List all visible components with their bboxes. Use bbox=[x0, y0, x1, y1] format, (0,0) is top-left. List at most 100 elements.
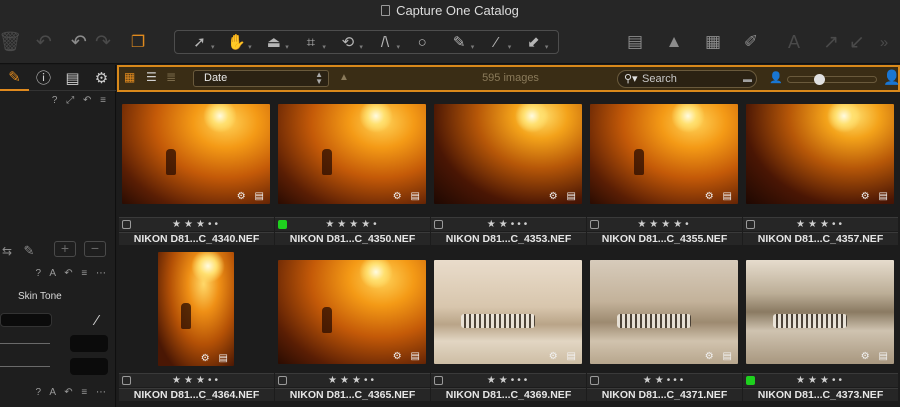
rating-row: ★★••• bbox=[431, 217, 586, 231]
thumbnail-image[interactable]: ⚙ ▤ bbox=[278, 104, 426, 204]
undo-icon[interactable]: ↶ bbox=[68, 31, 90, 53]
star-rating[interactable]: ★★★★• bbox=[587, 218, 742, 231]
thumbnail-image[interactable]: ⚙ ▤ bbox=[434, 104, 582, 204]
sun-glow bbox=[358, 260, 393, 290]
search-input[interactable]: ⚲▾ Search ▬ bbox=[617, 70, 757, 88]
thumbnail-gear-icon[interactable]: ⚙ ▤ bbox=[237, 191, 267, 202]
slider-knob[interactable] bbox=[813, 74, 825, 85]
picker-icon[interactable]: ✎ bbox=[18, 240, 40, 262]
star-rating[interactable]: ★★★•• bbox=[743, 374, 898, 387]
thumbnail-image[interactable]: ⚙ ▤ bbox=[278, 260, 426, 364]
thumbnail-filename: NIKON D81...C_4353.NEF bbox=[431, 232, 586, 245]
left-tool-panel: ✎ ⓘ ▤ ⚙ ? ⤢ ↶ ≡ ⇆ ✎ + − ? A ↶ ≡ ⋯ Skin T… bbox=[0, 65, 116, 407]
pan-icon[interactable]: ✋ ▾ bbox=[220, 33, 254, 51]
warning-icon[interactable]: ▲ bbox=[662, 31, 686, 53]
thumbnail-filename: NIKON D81...C_4369.NEF bbox=[431, 388, 586, 401]
rating-row: ★★★•• bbox=[119, 373, 274, 387]
tool-controls-icon[interactable]: ? A ↶ ≡ ⋯ bbox=[36, 268, 109, 279]
thumbnail-image[interactable]: ⚙ ▤ bbox=[746, 104, 894, 204]
saturation-slider[interactable] bbox=[0, 366, 50, 367]
star-rating[interactable]: ★★••• bbox=[431, 374, 586, 387]
hue-slider[interactable] bbox=[0, 343, 50, 344]
text-icon[interactable]: A bbox=[782, 31, 806, 53]
gear-tab-icon[interactable]: ⚙ bbox=[87, 65, 116, 91]
search-icon[interactable]: ⚲▾ bbox=[624, 71, 638, 87]
star-rating[interactable]: ★★★•• bbox=[743, 218, 898, 231]
sun-glow bbox=[826, 104, 861, 133]
rotate-icon[interactable]: ⟲ ▾ bbox=[331, 33, 365, 51]
thumbnail-gear-icon[interactable]: ⚙ ▤ bbox=[861, 191, 891, 202]
thumbnail-filename: NIKON D81...C_4364.NEF bbox=[119, 388, 274, 401]
add-button[interactable]: + bbox=[54, 241, 76, 257]
window-title: Capture One Catalog bbox=[0, 3, 900, 18]
straighten-icon[interactable]: ⏏ ▾ bbox=[257, 33, 291, 51]
thumbnail-gear-icon[interactable]: ⚙ ▤ bbox=[549, 191, 579, 202]
thumbnail-size-slider[interactable] bbox=[787, 74, 877, 85]
crop-icon[interactable]: ⌗ ▾ bbox=[294, 34, 328, 51]
thumbnail-filename: NIKON D81...C_4357.NEF bbox=[743, 232, 898, 245]
thumbnail-gear-icon[interactable]: ⚙ ▤ bbox=[393, 351, 423, 362]
circle-icon[interactable]: ○ bbox=[405, 34, 439, 51]
rating-row: ★★••• bbox=[431, 373, 586, 387]
deer-silhouette bbox=[322, 306, 333, 333]
thumbnail-gear-icon[interactable]: ⚙ ▤ bbox=[549, 351, 579, 362]
saturation-value-field[interactable] bbox=[70, 358, 108, 375]
thumbnail-gear-icon[interactable]: ⚙ ▤ bbox=[393, 191, 423, 202]
arrow-up-icon[interactable]: ↗ bbox=[820, 31, 842, 53]
star-rating[interactable]: ★★★•• bbox=[119, 374, 274, 387]
select-icon[interactable]: ➚ ▾ bbox=[183, 33, 217, 51]
star-rating[interactable]: ★★••• bbox=[587, 374, 742, 387]
multi-view-icon[interactable]: ❐ bbox=[124, 31, 152, 53]
thumbnail-filename: NIKON D81...C_4350.NEF bbox=[275, 232, 430, 245]
thumbnail-gear-icon[interactable]: ⚙ ▤ bbox=[705, 191, 735, 202]
thumbnail-filename: NIKON D81...C_4373.NEF bbox=[743, 388, 898, 401]
thumbnail-image[interactable]: ⚙ ▤ bbox=[590, 104, 738, 204]
thumbnail-image[interactable]: ⚙ ▤ bbox=[434, 260, 582, 364]
brush-tab-icon[interactable]: ✎ bbox=[0, 65, 29, 91]
viewer-icon[interactable]: ▤ bbox=[622, 31, 648, 53]
tool-controls-icon[interactable]: ? ⤢ ↶ ≡ bbox=[52, 95, 109, 106]
thumbnail-gear-icon[interactable]: ⚙ ▤ bbox=[705, 351, 735, 362]
sun-glow bbox=[202, 104, 237, 133]
arrow-down-icon[interactable]: ↙ bbox=[846, 31, 868, 53]
redo-icon[interactable]: ↷ bbox=[92, 31, 114, 53]
thumbnail-gear-icon[interactable]: ⚙ ▤ bbox=[861, 351, 891, 362]
toolbar: Capture One Catalog 🗑 ↶ ↶ ↷ ❐ ➚ ▾ ✋ ▾ ⏏ ▾ ⌗… bbox=[0, 0, 900, 64]
deer-silhouette bbox=[322, 149, 333, 175]
large-person-icon: 👤 bbox=[883, 69, 900, 85]
brush-icon[interactable]: ✎ ▾ bbox=[442, 33, 476, 51]
thumbnail-image[interactable]: ⚙ ▤ bbox=[746, 260, 894, 364]
clear-search-icon[interactable]: ▬ bbox=[743, 71, 752, 87]
eraser-icon[interactable]: ⬋ ▾ bbox=[516, 33, 550, 51]
picker-icon[interactable]: ⁄ bbox=[86, 309, 108, 331]
sun-glow bbox=[514, 104, 549, 133]
zebra-herd bbox=[772, 314, 847, 329]
remove-button[interactable]: − bbox=[84, 241, 106, 257]
thumbnail-gear-icon[interactable]: ⚙ ▤ bbox=[201, 353, 231, 364]
more-icon[interactable]: » bbox=[874, 31, 894, 53]
star-rating[interactable]: ★★★•• bbox=[119, 218, 274, 231]
tool-controls-icon[interactable]: ? A ↶ ≡ ⋯ bbox=[36, 387, 109, 398]
cursor-tools: ➚ ▾ ✋ ▾ ⏏ ▾ ⌗ ▾ ⟲ ▾ /\ ▾ ○ ✎ ▾ ⁄ ▾ ⬋ ▾ bbox=[174, 30, 559, 54]
keystone-icon[interactable]: /\ ▾ bbox=[368, 34, 402, 51]
thumbnail-image[interactable]: ⚙ ▤ bbox=[158, 252, 234, 366]
hue-value-field[interactable] bbox=[70, 335, 108, 352]
picker-icon[interactable]: ⁄ ▾ bbox=[479, 34, 513, 51]
info-tab-icon[interactable]: ⓘ bbox=[29, 65, 58, 91]
star-rating[interactable]: ★★••• bbox=[431, 218, 586, 231]
thumbnail-grid: ⚙ ▤ ★★★•• NIKON D81...C_4340.NEF ⚙ ▤ ★★★★• NI… bbox=[117, 94, 900, 407]
deer-silhouette bbox=[180, 303, 191, 330]
thumbnail-image[interactable]: ⚙ ▤ bbox=[590, 260, 738, 364]
star-rating[interactable]: ★★★•• bbox=[275, 374, 430, 387]
trash-icon[interactable]: 🗑 bbox=[0, 31, 22, 53]
undo-icon[interactable]: ↶ bbox=[33, 31, 55, 53]
star-rating[interactable]: ★★★★• bbox=[275, 218, 430, 231]
preset-select[interactable] bbox=[0, 313, 52, 327]
thumbnail-image[interactable]: ⚙ ▤ bbox=[122, 104, 270, 204]
adjust-icon[interactable]: ⇆ bbox=[0, 240, 14, 262]
brush-icon[interactable]: ✐ bbox=[738, 31, 764, 53]
grid-icon[interactable]: ▦ bbox=[700, 31, 726, 53]
list-tab-icon[interactable]: ▤ bbox=[58, 65, 87, 91]
skin-tone-label: Skin Tone bbox=[18, 291, 62, 302]
sun-glow bbox=[670, 104, 705, 133]
